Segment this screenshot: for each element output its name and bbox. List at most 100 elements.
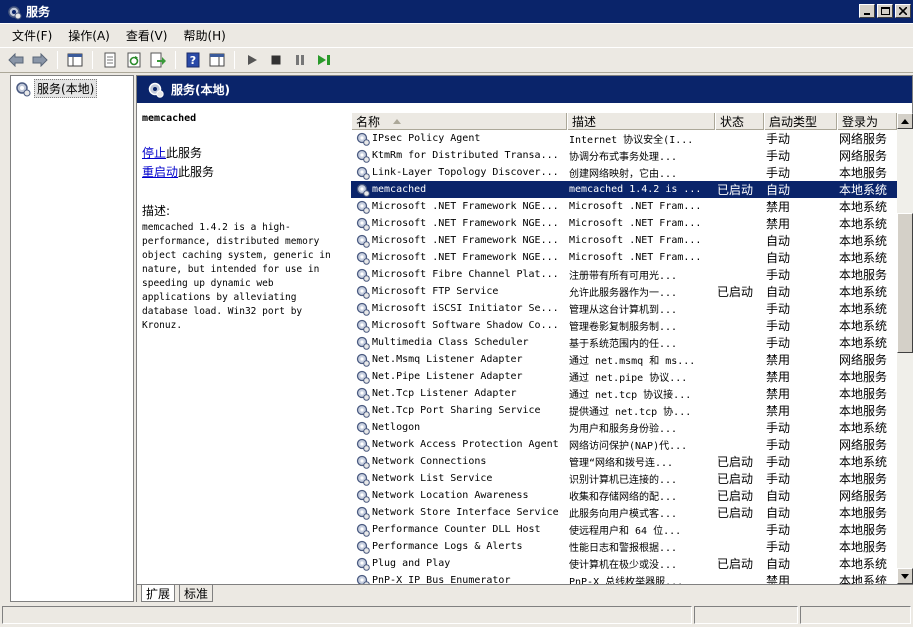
table-row[interactable]: Microsoft .NET Framework NGE... Microsoft…	[351, 215, 897, 232]
restart-service-button[interactable]	[314, 50, 334, 70]
table-row[interactable]: Microsoft .NET Framework NGE... Microsoft…	[351, 249, 897, 266]
service-startup-type-cell: 禁用	[766, 353, 791, 367]
service-status-cell: 已启动	[717, 506, 754, 520]
table-row[interactable]: KtmRm for Distributed Transa... 协调分布式事务处理…	[351, 147, 897, 164]
service-name-cell: IPsec Policy Agent	[351, 132, 567, 146]
stop-icon	[271, 55, 281, 65]
tab-extended[interactable]: 扩展	[141, 585, 176, 602]
table-row[interactable]: Microsoft .NET Framework NGE... Microsoft…	[351, 232, 897, 249]
table-row[interactable]: Net.Tcp Listener Adapter 通过 net.tcp 协议接..…	[351, 385, 897, 402]
close-button[interactable]	[895, 4, 911, 18]
properties-button[interactable]	[100, 50, 120, 70]
pause-service-button[interactable]	[290, 50, 310, 70]
table-row[interactable]: Network Store Interface Service 此服务向用户模式客…	[351, 504, 897, 521]
service-name: Microsoft .NET Framework NGE...	[372, 218, 559, 229]
service-name: Network Location Awareness	[372, 490, 529, 501]
table-row[interactable]: Performance Logs & Alerts 性能日志和警报根据... 手动 本…	[351, 538, 897, 555]
service-name-cell: Netlogon	[351, 421, 567, 435]
vertical-scrollbar[interactable]	[897, 113, 913, 584]
table-row[interactable]: Net.Pipe Listener Adapter 通过 net.pipe 协议.…	[351, 368, 897, 385]
tree-item-services-local[interactable]: 服务(本地)	[15, 79, 98, 98]
table-row[interactable]: Net.Msmq Listener Adapter 通过 net.msmq 和 m…	[351, 351, 897, 368]
service-description-cell: 基于系统范围内的任...	[569, 339, 678, 350]
table-row[interactable]: PnP-X IP Bus Enumerator PnP-X 总线枚举器服... 禁用…	[351, 572, 897, 584]
service-name: Microsoft Fibre Channel Plat...	[372, 269, 559, 280]
table-row[interactable]: Performance Counter DLL Host 使远程用户和 64 位.…	[351, 521, 897, 538]
export-list-icon	[150, 52, 166, 68]
menu-view[interactable]: 查看(V)	[126, 27, 168, 44]
tab-standard[interactable]: 标准	[179, 585, 214, 602]
table-row[interactable]: Network Access Protection Agent 网络访问保护(NA…	[351, 436, 897, 453]
menu-action[interactable]: 操作(A)	[68, 27, 110, 44]
stop-service-link[interactable]: 停止	[142, 146, 166, 160]
minimize-button[interactable]	[859, 4, 875, 18]
table-row[interactable]: IPsec Policy Agent Internet 协议安全(I... 手动 网络…	[351, 130, 897, 147]
back-arrow-icon	[8, 53, 24, 67]
menu-file[interactable]: 文件(F)	[12, 27, 52, 44]
table-row[interactable]: memcached memcached 1.4.2 is ... 已启动 自动 本地系统	[351, 181, 897, 198]
service-name: Netlogon	[372, 422, 421, 433]
table-row[interactable]: Microsoft Software Shadow Co... 管理卷影复制服务制…	[351, 317, 897, 334]
table-row[interactable]: Net.Tcp Port Sharing Service 提供通过 net.tcp…	[351, 402, 897, 419]
table-row[interactable]: Network Connections 管理“网络和拨号连... 已启动 手动 本地系统	[351, 453, 897, 470]
service-gear-icon	[356, 149, 370, 163]
scroll-thumb[interactable]	[897, 213, 913, 353]
scroll-up-button[interactable]	[897, 113, 913, 129]
service-gear-icon	[356, 234, 370, 248]
table-row[interactable]: Netlogon 为用户和服务身份验... 手动 本地系统	[351, 419, 897, 436]
service-description-cell: 管理从这台计算机到...	[569, 305, 678, 316]
export-list-button[interactable]	[148, 50, 168, 70]
column-header-startup-type[interactable]: 启动类型	[764, 113, 837, 130]
table-row[interactable]: Microsoft iSCSI Initiator Se... 管理从这台计算机到…	[351, 300, 897, 317]
service-name-cell: Performance Counter DLL Host	[351, 523, 567, 537]
table-row[interactable]: Multimedia Class Scheduler 基于系统范围内的任... 手动…	[351, 334, 897, 351]
forward-button[interactable]	[30, 50, 50, 70]
service-name-cell: Microsoft .NET Framework NGE...	[351, 217, 567, 231]
column-header-description[interactable]: 描述	[567, 113, 715, 130]
maximize-icon	[880, 7, 890, 15]
show-hide-action-pane-button[interactable]	[207, 50, 227, 70]
service-name: Multimedia Class Scheduler	[372, 337, 529, 348]
service-startup-type-cell: 禁用	[766, 370, 791, 384]
service-startup-type-cell: 自动	[766, 506, 791, 520]
scroll-down-button[interactable]	[897, 568, 913, 584]
table-row[interactable]: Link-Layer Topology Discover... 创建网络映射，它由…	[351, 164, 897, 181]
service-name: Performance Counter DLL Host	[372, 524, 541, 535]
service-gear-icon	[356, 472, 370, 486]
service-log-on-cell: 本地系统	[839, 302, 888, 316]
list-header: 名称 描述 状态 启动类型 登录为	[351, 113, 897, 130]
column-header-status[interactable]: 状态	[715, 113, 764, 130]
column-header-label: 描述	[572, 114, 597, 129]
stop-service-button[interactable]	[266, 50, 286, 70]
restart-service-link[interactable]: 重启动	[142, 165, 178, 179]
show-hide-console-tree-button[interactable]	[65, 50, 85, 70]
column-header-label: 名称	[356, 114, 381, 129]
start-service-button[interactable]	[242, 50, 262, 70]
table-row[interactable]: Network Location Awareness 收集和存储网络的配... 已启…	[351, 487, 897, 504]
refresh-button[interactable]	[124, 50, 144, 70]
table-row[interactable]: Microsoft FTP Service 允许此服务器作为一... 已启动 自动 本地…	[351, 283, 897, 300]
back-button[interactable]	[6, 50, 26, 70]
column-header-log-on-as[interactable]: 登录为	[837, 113, 897, 130]
table-row[interactable]: Plug and Play 使计算机在极少或没... 已启动 自动 本地系统	[351, 555, 897, 572]
service-name: PnP-X IP Bus Enumerator	[372, 575, 511, 584]
maximize-button[interactable]	[877, 4, 893, 18]
service-startup-type-cell: 禁用	[766, 387, 791, 401]
service-name: Performance Logs & Alerts	[372, 541, 523, 552]
console-tree: 服务(本地)	[10, 75, 134, 602]
service-gear-icon	[356, 302, 370, 316]
service-log-on-cell: 网络服务	[839, 438, 888, 452]
menu-help[interactable]: 帮助(H)	[183, 27, 225, 44]
service-description-cell: Microsoft .NET Fram...	[569, 218, 702, 229]
service-gear-icon	[356, 268, 370, 282]
service-startup-type-cell: 自动	[766, 251, 791, 265]
table-row[interactable]: Microsoft Fibre Channel Plat... 注册带有所有可用光…	[351, 266, 897, 283]
tree-item-label: 服务(本地)	[34, 79, 98, 98]
table-row[interactable]: Microsoft .NET Framework NGE... Microsoft…	[351, 198, 897, 215]
service-gear-icon	[356, 251, 370, 265]
table-row[interactable]: Network List Service 识别计算机已连接的... 已启动 手动 本地服…	[351, 470, 897, 487]
selected-service-name: memcached	[142, 113, 197, 124]
help-button[interactable]: ?	[183, 50, 203, 70]
service-startup-type-cell: 手动	[766, 336, 791, 350]
column-header-name[interactable]: 名称	[351, 113, 567, 130]
